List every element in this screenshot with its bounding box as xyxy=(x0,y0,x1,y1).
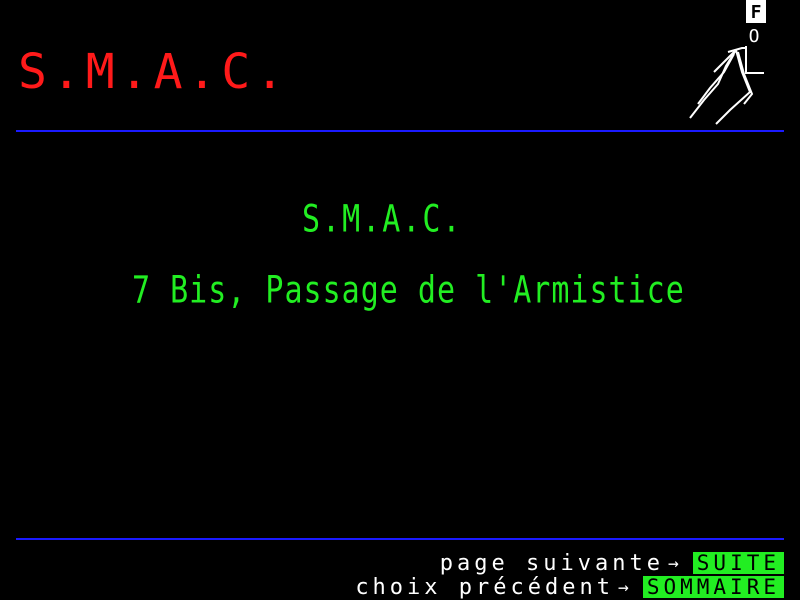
brand-title: S.M.A.C. xyxy=(18,44,290,100)
fo-logo: F O xyxy=(680,0,770,125)
sommaire-key-button[interactable]: SOMMAIRE xyxy=(642,576,784,598)
next-page-label: page suivante xyxy=(439,550,664,576)
footer-divider xyxy=(16,538,784,540)
arrow-right-icon: → xyxy=(618,576,629,598)
left-margin xyxy=(0,0,16,600)
arrow-right-icon: → xyxy=(667,552,679,574)
minitel-screen: S.M.A.C. F O S.M.A.C. 7 Bis, Passage de … xyxy=(0,0,800,600)
logo-letter-f: F xyxy=(751,2,762,23)
logo-letter-o: O xyxy=(749,26,760,47)
previous-choice-label: choix précédent xyxy=(355,574,614,600)
footer-previous-row: choix précédent → SOMMAIRE xyxy=(355,574,784,600)
address-line: 7 Bis, Passage de l'Armistice xyxy=(132,268,685,313)
fo-running-man-icon: F O xyxy=(689,0,766,125)
suite-key-button[interactable]: SUITE xyxy=(692,552,784,574)
header-divider xyxy=(16,130,784,132)
footer-next-row: page suivante → SUITE xyxy=(439,550,784,576)
main-title: S.M.A.C. xyxy=(302,197,463,242)
